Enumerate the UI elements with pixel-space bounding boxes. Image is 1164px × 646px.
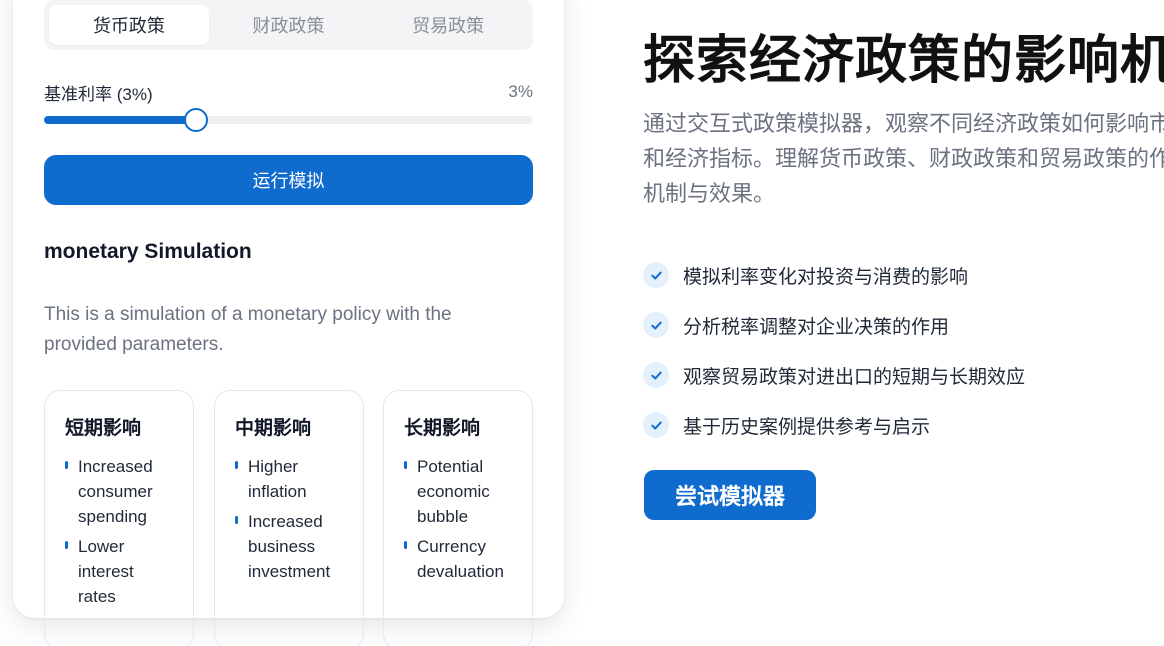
feature-item: 观察贸易政策对进出口的短期与长期效应 xyxy=(643,350,1025,400)
simulation-title: monetary Simulation xyxy=(44,240,252,263)
impact-list: Potential economic bubble Currency deval… xyxy=(404,454,514,584)
check-icon xyxy=(643,362,669,388)
impact-list: Increased consumer spending Lower intere… xyxy=(65,454,175,609)
page-title: 探索经济政策的影响机制 xyxy=(643,32,1164,90)
feature-text: 模拟利率变化对投资与消费的影响 xyxy=(683,266,969,288)
tab-trade-policy[interactable]: 贸易政策 xyxy=(368,5,528,45)
check-icon xyxy=(643,412,669,438)
feature-text: 分析税率调整对企业决策的作用 xyxy=(683,316,950,338)
feature-item: 基于历史案例提供参考与启示 xyxy=(643,400,1025,450)
feature-text: 观察贸易政策对进出口的短期与长期效应 xyxy=(683,366,1026,388)
simulation-description: This is a simulation of a monetary polic… xyxy=(44,304,452,355)
slider-thumb[interactable] xyxy=(183,108,208,132)
impact-item: Higher inflation xyxy=(235,454,345,504)
check-icon xyxy=(643,262,669,288)
mid-term-impact-card: 中期影响 Higher inflation Increased business… xyxy=(214,390,364,646)
feature-list: 模拟利率变化对投资与消费的影响 分析税率调整对企业决策的作用 观察贸易政策对进出… xyxy=(643,250,1025,450)
impact-item: Increased business investment xyxy=(235,509,345,584)
feature-text: 基于历史案例提供参考与启示 xyxy=(683,416,931,438)
impact-item: Currency devaluation xyxy=(404,534,514,584)
check-icon xyxy=(643,312,669,338)
tab-monetary-policy[interactable]: 货币政策 xyxy=(49,5,209,45)
feature-item: 模拟利率变化对投资与消费的影响 xyxy=(643,250,1025,300)
policy-simulator-card: 货币政策 财政政策 贸易政策 基准利率 (3%) 3% 运行模拟 monetar… xyxy=(13,0,564,646)
run-simulation-button[interactable]: 运行模拟 xyxy=(44,155,533,205)
short-term-impact-card: 短期影响 Increased consumer spending Lower i… xyxy=(44,390,194,646)
feature-item: 分析税率调整对企业决策的作用 xyxy=(643,300,1025,350)
impact-item: Increased consumer spending xyxy=(65,454,175,529)
impact-title: 短期影响 xyxy=(65,418,142,439)
interest-rate-slider[interactable] xyxy=(44,108,533,132)
tab-fiscal-policy[interactable]: 财政政策 xyxy=(209,5,369,45)
interest-rate-value: 3% xyxy=(508,82,533,101)
impact-list: Higher inflation Increased business inve… xyxy=(235,454,345,584)
try-simulator-button[interactable]: 尝试模拟器 xyxy=(644,470,816,520)
impact-item: Potential economic bubble xyxy=(404,454,514,529)
policy-tabs: 货币政策 财政政策 贸易政策 xyxy=(44,0,533,50)
page: 货币政策 财政政策 贸易政策 基准利率 (3%) 3% 运行模拟 monetar… xyxy=(0,0,1164,646)
interest-rate-label: 基准利率 (3%) xyxy=(44,85,153,104)
slider-fill xyxy=(44,116,196,124)
intro-paragraph: 通过交互式政策模拟器，观察不同经济政策如何影响市场和经济指标。理解货币政策、财政… xyxy=(643,111,1164,206)
impact-title: 长期影响 xyxy=(404,418,481,439)
long-term-impact-card: 长期影响 Potential economic bubble Currency … xyxy=(383,390,533,646)
impact-item: Lower interest rates xyxy=(65,534,175,609)
impact-title: 中期影响 xyxy=(235,418,312,439)
